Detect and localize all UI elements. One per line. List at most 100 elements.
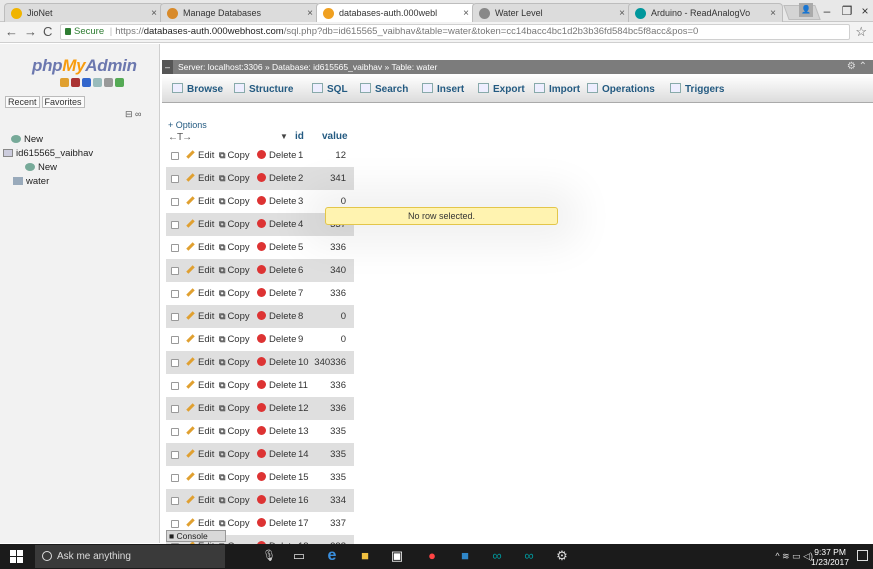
tab-manage-databases[interactable]: Manage Databases × <box>160 3 320 22</box>
edit-link[interactable]: Edit <box>186 466 214 489</box>
copy-link[interactable]: ⧉Copy <box>219 328 250 351</box>
row-checkbox[interactable] <box>171 290 179 298</box>
close-tab-icon[interactable]: × <box>307 4 313 22</box>
row-checkbox[interactable] <box>171 359 179 367</box>
row-checkbox[interactable] <box>171 267 179 275</box>
close-tab-icon[interactable]: × <box>463 4 469 22</box>
url-input[interactable]: Secure | https://databases-auth.000webhos… <box>60 24 850 40</box>
delete-link[interactable]: Delete <box>257 351 296 374</box>
maximize-icon[interactable]: ❐ <box>837 2 857 20</box>
copy-link[interactable]: ⧉Copy <box>219 351 250 374</box>
edit-link[interactable]: Edit <box>186 282 214 305</box>
settings-icon[interactable] <box>104 78 113 87</box>
tree-db-id615565-vaibhav[interactable]: id615565_vaibhav <box>3 148 93 159</box>
copy-link[interactable]: ⧉Copy <box>219 236 250 259</box>
delete-link[interactable]: Delete <box>257 305 296 328</box>
tab-operations[interactable]: Operations <box>587 83 655 95</box>
app-icon[interactable]: ■ <box>458 549 472 563</box>
delete-link[interactable]: Delete <box>257 282 296 305</box>
tab-search[interactable]: Search <box>360 83 408 95</box>
arduino-icon-2[interactable]: ∞ <box>522 549 536 563</box>
cortana-search-input[interactable]: Ask me anything <box>35 545 225 568</box>
copy-link[interactable]: ⧉Copy <box>219 374 250 397</box>
delete-link[interactable]: Delete <box>257 512 296 535</box>
edit-link[interactable]: Edit <box>186 397 214 420</box>
delete-link[interactable]: Delete <box>257 374 296 397</box>
row-checkbox[interactable] <box>171 382 179 390</box>
tab-triggers[interactable]: Triggers <box>670 83 724 95</box>
chrome-icon[interactable]: ● <box>425 549 439 563</box>
system-tray-icons[interactable]: ^ ≋ ▭ ◁) <box>775 551 813 562</box>
row-checkbox[interactable] <box>171 520 179 528</box>
row-checkbox[interactable] <box>171 474 179 482</box>
copy-link[interactable]: ⧉Copy <box>219 466 250 489</box>
tab-jionet[interactable]: JioNet × <box>4 3 164 22</box>
recent-tab[interactable]: Recent <box>5 96 40 108</box>
copy-link[interactable]: ⧉Copy <box>219 144 250 167</box>
tab-browse[interactable]: Browse <box>172 83 223 95</box>
row-checkbox[interactable] <box>171 175 179 183</box>
help-icon[interactable] <box>82 78 91 87</box>
delete-link[interactable]: Delete <box>257 489 296 512</box>
edit-link[interactable]: Edit <box>186 305 214 328</box>
windows-start-icon[interactable] <box>10 550 23 563</box>
home-icon[interactable] <box>60 78 69 87</box>
settings-app-icon[interactable]: ⚙ <box>555 549 569 563</box>
breadcrumb-database[interactable]: Database: id615565_vaibhav <box>272 62 382 72</box>
copy-link[interactable]: ⧉Copy <box>219 489 250 512</box>
row-checkbox[interactable] <box>171 336 179 344</box>
row-checkbox[interactable] <box>171 244 179 252</box>
breadcrumb-table[interactable]: Table: water <box>391 62 437 72</box>
tab-sql[interactable]: SQL <box>312 83 348 95</box>
back-icon[interactable]: ← <box>5 24 18 40</box>
bookmark-star-icon[interactable]: ☆ <box>855 24 867 40</box>
tab-structure[interactable]: Structure <box>234 83 293 95</box>
taskbar-clock[interactable]: 9:37 PM 1/23/2017 <box>811 547 849 567</box>
delete-link[interactable]: Delete <box>257 328 296 351</box>
row-checkbox[interactable] <box>171 405 179 413</box>
close-tab-icon[interactable]: × <box>151 4 157 22</box>
close-window-icon[interactable]: × <box>855 2 873 20</box>
sort-dropdown-icon[interactable]: ▼ <box>280 132 288 141</box>
column-header-id[interactable]: id <box>295 131 304 142</box>
column-header-value[interactable]: value <box>322 131 348 142</box>
breadcrumb-server[interactable]: Server: localhost:3306 <box>178 62 263 72</box>
copy-link[interactable]: ⧉Copy <box>219 190 250 213</box>
edit-link[interactable]: Edit <box>186 259 214 282</box>
delete-link[interactable]: Delete <box>257 190 296 213</box>
copy-link[interactable]: ⧉Copy <box>219 167 250 190</box>
delete-link[interactable]: Delete <box>257 144 296 167</box>
edit-link[interactable]: Edit <box>186 328 214 351</box>
copy-link[interactable]: ⧉Copy <box>219 443 250 466</box>
gear-icon[interactable]: ⚙ ⌃ <box>847 60 867 74</box>
tab-export[interactable]: Export <box>478 83 525 95</box>
row-checkbox[interactable] <box>171 428 179 436</box>
store-icon[interactable]: ▣ <box>390 549 404 563</box>
delete-link[interactable]: Delete <box>257 466 296 489</box>
edit-link[interactable]: Edit <box>186 351 214 374</box>
console-toggle[interactable]: ■ Console <box>166 530 226 542</box>
copy-link[interactable]: ⧉Copy <box>219 259 250 282</box>
reload-icon[interactable]: C <box>43 24 52 40</box>
minimize-icon[interactable]: – <box>817 2 837 20</box>
row-checkbox[interactable] <box>171 152 179 160</box>
notifications-icon[interactable] <box>857 550 868 561</box>
edit-link[interactable]: Edit <box>186 420 214 443</box>
row-checkbox[interactable] <box>171 497 179 505</box>
copy-link[interactable]: ⧉Copy <box>219 213 250 236</box>
edit-link[interactable]: Edit <box>186 167 214 190</box>
tree-table-water[interactable]: water <box>13 176 49 187</box>
reload-nav-icon[interactable] <box>115 78 124 87</box>
copy-link[interactable]: ⧉Copy <box>219 282 250 305</box>
delete-link[interactable]: Delete <box>257 236 296 259</box>
row-checkbox[interactable] <box>171 198 179 206</box>
edit-link[interactable]: Edit <box>186 489 214 512</box>
delete-link[interactable]: Delete <box>257 443 296 466</box>
forward-icon[interactable]: → <box>24 24 37 40</box>
edit-link[interactable]: Edit <box>186 190 214 213</box>
collapse-all-icon[interactable]: ⊟ ∞ <box>125 109 141 120</box>
edge-icon[interactable]: e <box>325 548 339 564</box>
row-checkbox[interactable] <box>171 313 179 321</box>
copy-link[interactable]: ⧉Copy <box>219 420 250 443</box>
tree-new-table[interactable]: New <box>25 162 57 173</box>
